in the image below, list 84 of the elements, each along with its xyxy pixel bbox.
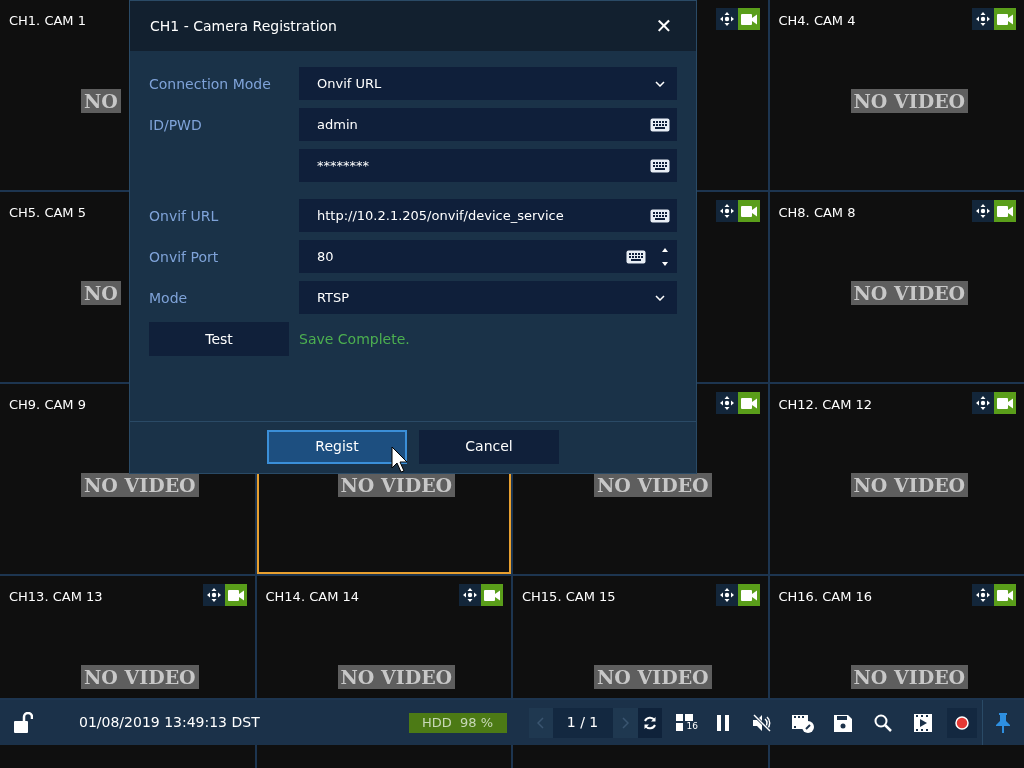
channel-label: CH12. CAM 12	[778, 396, 873, 414]
page-indicator: 1 / 1	[552, 707, 613, 738]
field-label: ID/PWD	[149, 116, 202, 133]
chevron-icon	[655, 80, 665, 87]
input-field[interactable]: ********	[299, 149, 677, 182]
field-label: Onvif Port	[149, 248, 219, 265]
channel-label: CH5. CAM 5	[9, 204, 86, 222]
channel-label: CH1. CAM 1	[9, 12, 86, 30]
keyboard-icon[interactable]	[650, 208, 670, 223]
move-icon[interactable]	[972, 392, 994, 414]
camera-tile[interactable]	[513, 745, 768, 768]
move-icon[interactable]	[715, 392, 738, 414]
camera-tile[interactable]: CH16. CAM 16 NO VIDEO	[769, 576, 1024, 698]
unlocked-icon[interactable]	[13, 711, 33, 734]
hdd-usage: HDD 98 %	[408, 712, 507, 733]
keyboard-icon[interactable]	[626, 249, 646, 264]
save-icon[interactable]	[834, 713, 852, 732]
no-video-label: NO	[81, 89, 121, 113]
pause-icon[interactable]	[716, 714, 730, 731]
camera-tile[interactable]	[256, 745, 511, 768]
test-button[interactable]: Test	[149, 322, 289, 356]
input-field[interactable]: http://10.2.1.205/onvif/device_service	[299, 199, 677, 232]
refresh-icon[interactable]	[637, 707, 662, 738]
input-field[interactable]: admin	[299, 108, 677, 141]
camera-icon[interactable]	[737, 584, 760, 606]
camera-tile[interactable]: CH15. CAM 15 NO VIDEO	[513, 576, 768, 698]
camera-icon[interactable]	[224, 584, 247, 606]
dropdown[interactable]: Onvif URL	[299, 67, 677, 100]
move-icon[interactable]	[972, 8, 994, 30]
close-button[interactable]: ✕	[652, 14, 676, 38]
keyboard-icon[interactable]	[650, 117, 670, 132]
no-video-label: NO VIDEO	[850, 473, 969, 497]
move-icon[interactable]	[715, 584, 738, 606]
channel-label: CH9. CAM 9	[9, 396, 86, 414]
camera-tile[interactable]: CH13. CAM 13 NO VIDEO	[0, 576, 255, 698]
camera-icon[interactable]	[737, 392, 760, 414]
pin-icon[interactable]	[996, 712, 1010, 733]
no-video-label: NO VIDEO	[337, 473, 456, 497]
field-label: Onvif URL	[149, 207, 219, 224]
search-icon[interactable]	[874, 713, 892, 732]
cursor-icon	[391, 446, 409, 473]
record-icon[interactable]	[947, 707, 977, 738]
no-video-label: NO VIDEO	[850, 281, 969, 305]
layout-button[interactable]: 16	[675, 714, 698, 731]
no-video-label: NO VIDEO	[81, 473, 199, 497]
status-message: Save Complete.	[299, 329, 410, 349]
channel-label: CH16. CAM 16	[778, 588, 873, 606]
camera-icon[interactable]	[737, 8, 760, 30]
input-field[interactable]: 80	[299, 240, 677, 273]
no-video-label: NO VIDEO	[81, 665, 199, 689]
move-icon[interactable]	[972, 584, 994, 606]
camera-tile[interactable]	[0, 745, 255, 768]
channel-label: CH15. CAM 15	[522, 588, 616, 606]
move-icon[interactable]	[202, 584, 225, 606]
channel-label: CH8. CAM 8	[778, 204, 856, 222]
regist-button[interactable]: Regist	[267, 429, 407, 464]
no-video-label: NO VIDEO	[337, 665, 456, 689]
mute-icon[interactable]	[752, 713, 772, 732]
film-play-icon[interactable]	[914, 713, 932, 732]
keyboard-icon[interactable]	[650, 158, 670, 173]
move-icon[interactable]	[972, 200, 994, 222]
camera-tile[interactable]	[769, 745, 1024, 768]
field-label: Mode	[149, 289, 188, 306]
camera-icon[interactable]	[737, 200, 760, 222]
dropdown[interactable]: RTSP	[299, 281, 677, 314]
move-icon[interactable]	[459, 584, 481, 606]
camera-tile[interactable]: CH4. CAM 4 NO VIDEO	[769, 0, 1024, 190]
camera-tile[interactable]: CH8. CAM 8 NO VIDEO	[769, 192, 1024, 382]
no-video-label: NO VIDEO	[594, 665, 712, 689]
cancel-button[interactable]: Cancel	[419, 429, 559, 464]
camera-tile[interactable]: CH14. CAM 14 NO VIDEO	[256, 576, 511, 698]
channel-label: CH4. CAM 4	[778, 12, 856, 30]
date-time: 01/08/2019 13:49:13 DST	[79, 713, 260, 732]
clip-pin-icon[interactable]	[792, 712, 814, 733]
move-icon[interactable]	[715, 200, 738, 222]
channel-label: CH14. CAM 14	[265, 588, 360, 606]
chevron-icon	[655, 294, 665, 301]
no-video-label: NO	[81, 281, 121, 305]
channel-label: CH13. CAM 13	[9, 588, 103, 606]
no-video-label: NO VIDEO	[850, 665, 969, 689]
no-video-label: NO VIDEO	[850, 89, 969, 113]
no-video-label: NO VIDEO	[594, 473, 712, 497]
camera-tile[interactable]: CH12. CAM 12 NO VIDEO	[769, 384, 1024, 574]
move-icon[interactable]	[715, 8, 738, 30]
